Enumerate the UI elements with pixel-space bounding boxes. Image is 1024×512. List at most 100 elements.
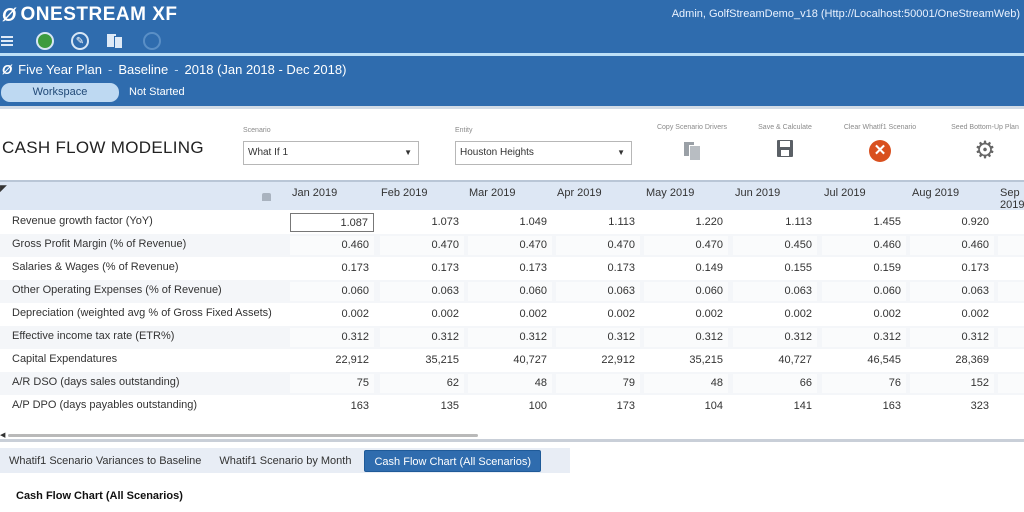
- grid-cell[interactable]: 0.063: [556, 282, 640, 301]
- grid-cell[interactable]: 141: [733, 397, 817, 416]
- column-header[interactable]: Jun 2019: [735, 187, 780, 199]
- seed-bottom-up-button[interactable]: Seed Bottom-Up Plan ⚙: [940, 124, 1024, 163]
- grid-cell[interactable]: 75: [290, 374, 374, 393]
- grid-cell[interactable]: 0.312: [733, 328, 817, 347]
- grid-cell[interactable]: 173: [556, 397, 640, 416]
- breadcrumb-period[interactable]: 2018 (Jan 2018 - Dec 2018): [185, 62, 347, 77]
- grid-cell[interactable]: 1.073: [380, 213, 464, 232]
- grid-cell[interactable]: 62: [380, 374, 464, 393]
- grid-cell[interactable]: 0.173: [468, 259, 552, 278]
- column-header[interactable]: May 2019: [646, 187, 694, 199]
- grid-cell[interactable]: 1.113: [556, 213, 640, 232]
- grid-cell[interactable]: 323: [910, 397, 994, 416]
- save-calculate-button[interactable]: Save & Calculate: [748, 124, 822, 157]
- documents-icon[interactable]: [106, 33, 124, 49]
- grid-cell[interactable]: [998, 374, 1024, 393]
- grid-cell[interactable]: 0.470: [380, 236, 464, 255]
- grid-cell[interactable]: 0.155: [733, 259, 817, 278]
- copy-scenario-drivers-button[interactable]: Copy Scenario Drivers: [648, 124, 736, 162]
- grid-cell[interactable]: [998, 305, 1024, 324]
- grid-cell[interactable]: 0.149: [644, 259, 728, 278]
- tab-cash-flow-chart[interactable]: Cash Flow Chart (All Scenarios): [364, 449, 541, 472]
- grid-cell[interactable]: 1.049: [468, 213, 552, 232]
- circle-icon[interactable]: [143, 32, 161, 50]
- clear-whatif-button[interactable]: Clear WhatIf1 Scenario ✕: [834, 124, 926, 162]
- grid-cell[interactable]: 0.470: [468, 236, 552, 255]
- grid-cell[interactable]: 104: [644, 397, 728, 416]
- column-header[interactable]: Feb 2019: [381, 187, 427, 199]
- column-header[interactable]: Jan 2019: [292, 187, 337, 199]
- column-header[interactable]: Aug 2019: [912, 187, 959, 199]
- grid-cell[interactable]: 152: [910, 374, 994, 393]
- breadcrumb-scenario[interactable]: Baseline: [118, 62, 168, 77]
- grid-cell[interactable]: 0.060: [468, 282, 552, 301]
- grid-cell[interactable]: 0.060: [290, 282, 374, 301]
- grid-cell[interactable]: 1.087: [290, 213, 374, 232]
- grid-cell[interactable]: [998, 282, 1024, 301]
- menu-icon[interactable]: [1, 36, 13, 46]
- grid-cell[interactable]: 28,369: [910, 351, 994, 370]
- grid-cell[interactable]: 0.450: [733, 236, 817, 255]
- globe-icon[interactable]: ✎: [71, 32, 89, 50]
- grid-cell[interactable]: 0.470: [556, 236, 640, 255]
- column-header[interactable]: Mar 2019: [469, 187, 515, 199]
- grid-cell[interactable]: 0.002: [290, 305, 374, 324]
- grid-cell[interactable]: 0.460: [822, 236, 906, 255]
- grid-cell[interactable]: 66: [733, 374, 817, 393]
- grid-cell[interactable]: 163: [290, 397, 374, 416]
- status-green-icon[interactable]: [36, 32, 54, 50]
- grid-cell[interactable]: 0.063: [910, 282, 994, 301]
- grid-cell[interactable]: 0.312: [556, 328, 640, 347]
- grid-cell[interactable]: 0.060: [822, 282, 906, 301]
- freeze-icon[interactable]: [262, 193, 271, 201]
- grid-cell[interactable]: 0.002: [644, 305, 728, 324]
- grid-cell[interactable]: 0.920: [910, 213, 994, 232]
- grid-cell[interactable]: 0.312: [822, 328, 906, 347]
- grid-cell[interactable]: 22,912: [290, 351, 374, 370]
- column-header[interactable]: Sep 2019: [1000, 187, 1024, 211]
- entity-select[interactable]: Houston Heights ▼: [455, 141, 632, 165]
- grid-cell[interactable]: 0.002: [733, 305, 817, 324]
- grid-cell[interactable]: 0.173: [290, 259, 374, 278]
- column-header[interactable]: Jul 2019: [824, 187, 866, 199]
- grid-cell[interactable]: 0.159: [822, 259, 906, 278]
- grid-cell[interactable]: [998, 328, 1024, 347]
- grid-cell[interactable]: 22,912: [556, 351, 640, 370]
- grid-cell[interactable]: 0.063: [733, 282, 817, 301]
- grid-cell[interactable]: [998, 236, 1024, 255]
- grid-cell[interactable]: 0.173: [556, 259, 640, 278]
- grid-cell[interactable]: 0.063: [380, 282, 464, 301]
- grid-cell[interactable]: 0.173: [380, 259, 464, 278]
- grid-corner-icon[interactable]: ◤: [0, 183, 7, 194]
- scenario-select[interactable]: What If 1 ▼: [243, 141, 419, 165]
- grid-cell[interactable]: 0.312: [910, 328, 994, 347]
- breadcrumb-workflow[interactable]: Five Year Plan: [18, 62, 102, 77]
- tab-variances-to-baseline[interactable]: Whatif1 Scenario Variances to Baseline: [0, 450, 210, 472]
- grid-cell[interactable]: 0.002: [468, 305, 552, 324]
- column-header[interactable]: Apr 2019: [557, 187, 602, 199]
- grid-cell[interactable]: 40,727: [733, 351, 817, 370]
- grid-cell[interactable]: 1.113: [733, 213, 817, 232]
- grid-cell[interactable]: 0.002: [556, 305, 640, 324]
- grid-cell[interactable]: 1.455: [822, 213, 906, 232]
- horizontal-scrollbar[interactable]: ◀: [0, 431, 1024, 439]
- grid-cell[interactable]: 100: [468, 397, 552, 416]
- grid-cell[interactable]: [998, 213, 1024, 232]
- grid-cell[interactable]: 0.312: [468, 328, 552, 347]
- grid-cell[interactable]: 1.220: [644, 213, 728, 232]
- grid-cell[interactable]: 135: [380, 397, 464, 416]
- grid-cell[interactable]: 0.460: [290, 236, 374, 255]
- grid-cell[interactable]: 0.312: [380, 328, 464, 347]
- workspace-button[interactable]: Workspace: [1, 83, 119, 102]
- grid-cell[interactable]: 46,545: [822, 351, 906, 370]
- grid-cell[interactable]: 48: [468, 374, 552, 393]
- scrollbar-thumb[interactable]: [8, 434, 478, 437]
- grid-cell[interactable]: 0.312: [290, 328, 374, 347]
- grid-cell[interactable]: 0.470: [644, 236, 728, 255]
- grid-cell[interactable]: 79: [556, 374, 640, 393]
- grid-cell[interactable]: 0.460: [910, 236, 994, 255]
- grid-cell[interactable]: 0.312: [644, 328, 728, 347]
- grid-cell[interactable]: [998, 397, 1024, 416]
- grid-cell[interactable]: [998, 259, 1024, 278]
- grid-cell[interactable]: 0.173: [910, 259, 994, 278]
